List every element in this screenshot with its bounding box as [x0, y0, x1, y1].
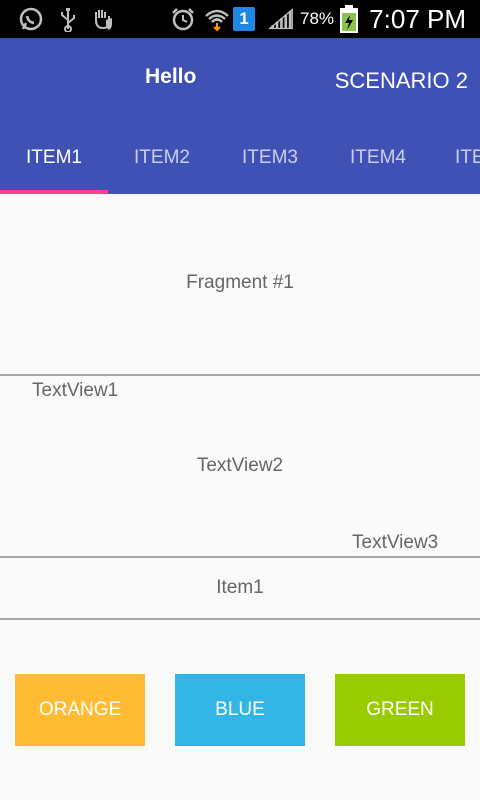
battery-percent: 78%	[300, 9, 335, 28]
battery-charging-icon	[336, 5, 362, 33]
status-bar: 1 78% 7:07 PM	[0, 0, 480, 38]
usb-icon	[55, 6, 81, 32]
scenario-button[interactable]: SCENARIO 2	[335, 68, 468, 94]
divider-3	[0, 618, 480, 620]
green-button[interactable]: GREEN	[335, 674, 465, 746]
tab-indicator	[0, 190, 108, 194]
tab-strip: ITEM1 ITEM2 ITEM3 ITEM4 ITEM5	[0, 130, 480, 194]
sim-1-icon: 1	[233, 7, 255, 31]
item-label: Item1	[216, 577, 264, 598]
tab-item3[interactable]: ITEM3	[216, 130, 324, 194]
tab-item1[interactable]: ITEM1	[0, 130, 108, 194]
tab-item2[interactable]: ITEM2	[108, 130, 216, 194]
signal-icon	[268, 6, 294, 32]
alarm-icon	[170, 6, 196, 32]
blue-button[interactable]: BLUE	[175, 674, 305, 746]
clock: 7:07 PM	[369, 4, 466, 34]
app-bar: Hello SCENARIO 2 ITEM1 ITEM2 ITEM3 ITEM4…	[0, 38, 480, 194]
whatsapp-icon	[18, 6, 44, 32]
textview1: TextView1	[32, 380, 119, 401]
hand-shield-icon	[90, 6, 116, 32]
textview3: TextView3	[352, 532, 439, 553]
fragment-label: Fragment #1	[186, 272, 294, 293]
orange-button[interactable]: ORANGE	[15, 674, 145, 746]
divider-2	[0, 556, 480, 558]
wifi-icon	[204, 6, 230, 32]
tab-item4[interactable]: ITEM4	[324, 130, 432, 194]
divider-1	[0, 374, 480, 376]
textview2: TextView2	[196, 455, 284, 476]
app-title: Hello	[145, 65, 197, 88]
tab-item5[interactable]: ITEM5	[432, 130, 480, 194]
